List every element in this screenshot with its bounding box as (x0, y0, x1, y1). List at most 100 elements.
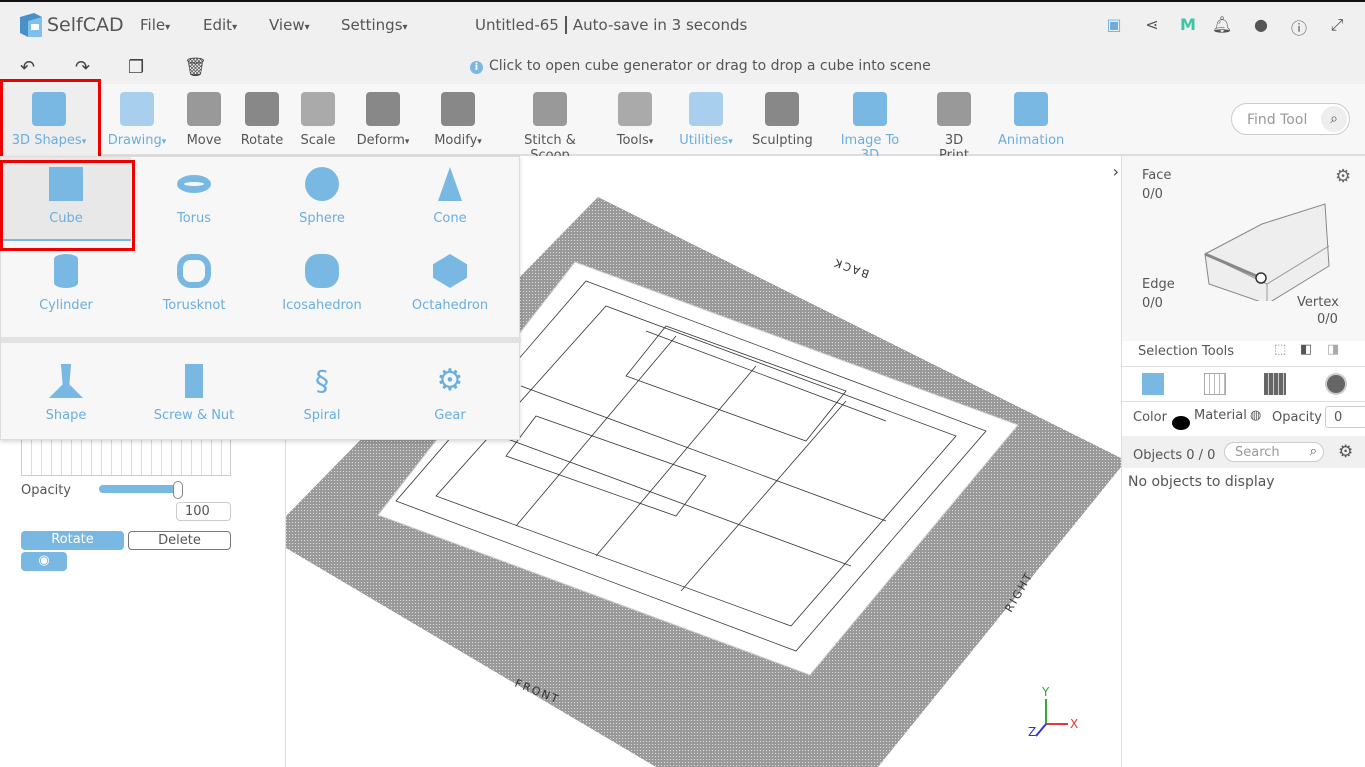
material-icon[interactable]: ◍ (1250, 408, 1261, 423)
tool-3d-shapes[interactable]: 3D Shapes (0, 84, 98, 156)
modify-icon (441, 92, 475, 126)
app-name: SelfCAD (47, 14, 124, 36)
save-icon[interactable]: ▣ (1103, 15, 1125, 37)
shape-spiral[interactable]: § Spiral (258, 364, 386, 423)
document-title: Untitled-65 Auto-save in 3 seconds (475, 16, 747, 34)
collapse-panel-icon[interactable]: › (1113, 162, 1119, 181)
right-panel: Face 0/0 Edge 0/0 Vertex 0/0 ⚙ Selection… (1121, 156, 1365, 767)
material-label: Material (1194, 408, 1247, 423)
tool-move[interactable]: Move (182, 92, 226, 148)
move-icon (187, 92, 221, 126)
box-select-icon[interactable]: ⬚ (1274, 342, 1286, 357)
shape-gear[interactable]: ⚙ Gear (386, 363, 514, 424)
z-axis-label: Z (1028, 725, 1036, 739)
color-swatch[interactable] (1172, 416, 1190, 430)
rotate-icon (245, 92, 279, 126)
opacity-slider-handle[interactable] (173, 481, 183, 499)
sphere-icon (305, 167, 339, 201)
shape-sphere[interactable]: Sphere (258, 167, 386, 226)
solid-wireframe-icon[interactable] (1264, 373, 1286, 395)
gear-icon[interactable]: ⚙ (1335, 166, 1351, 187)
tool-utilities[interactable]: Utilities (676, 92, 736, 148)
spiral-icon: § (315, 364, 329, 397)
cylinder-icon (54, 254, 78, 288)
info-icon[interactable]: ⓘ (1288, 15, 1310, 38)
torusknot-icon (177, 254, 211, 288)
select-through-icon[interactable]: ◨ (1327, 342, 1339, 357)
rotate-button[interactable]: Rotate (21, 531, 124, 550)
torus-icon (177, 175, 211, 193)
gear-shape-icon: ⚙ (436, 363, 464, 398)
printer-icon (937, 92, 971, 126)
tool-scale[interactable]: Scale (298, 92, 338, 148)
drawing-icon (120, 92, 154, 126)
menu-file[interactable]: File (140, 16, 170, 34)
m-icon[interactable]: M (1177, 15, 1199, 37)
hint-text: i Click to open cube generator or drag to… (470, 58, 931, 74)
shape-icosahedron[interactable]: Icosahedron (258, 254, 386, 313)
info-icon: i (470, 61, 483, 74)
fullscreen-icon[interactable]: ⤢ (1326, 15, 1348, 37)
tool-drawing[interactable]: Drawing (106, 92, 168, 148)
undo-icon[interactable]: ↶ (20, 57, 35, 78)
edge-label[interactable]: Edge (1142, 277, 1175, 292)
shape-shape[interactable]: Shape (2, 364, 130, 423)
menu-view[interactable]: View (269, 16, 310, 34)
doc-name[interactable]: Untitled-65 (475, 16, 559, 34)
select-cube-icon[interactable]: ◧ (1300, 342, 1312, 357)
selection-tools-label: Selection Tools (1138, 344, 1235, 359)
shape-cylinder[interactable]: Cylinder (2, 254, 130, 313)
screw-icon (185, 364, 203, 398)
tool-rotate[interactable]: Rotate (240, 92, 284, 148)
opacity-label: Opacity (1272, 410, 1323, 425)
shape-torus[interactable]: Torus (130, 167, 258, 226)
cube-icon (49, 167, 83, 201)
shape-torusknot[interactable]: Torusknot (130, 254, 258, 313)
solid-view-icon[interactable] (1142, 373, 1164, 395)
xray-view-icon[interactable] (1325, 373, 1347, 395)
find-tool-input[interactable]: Find Tool ⌕ (1231, 103, 1350, 135)
tool-3d-print[interactable]: 3D Print (928, 92, 980, 163)
color-label: Color (1133, 410, 1167, 425)
user-icon[interactable]: ● (1250, 15, 1272, 37)
shape-icon (49, 364, 83, 398)
opacity-input[interactable]: 0 (1325, 406, 1365, 428)
tool-sculpting[interactable]: Sculpting (752, 92, 813, 148)
share-icon[interactable]: ⋖ (1141, 15, 1163, 37)
stitch-scoop-icon (533, 92, 567, 126)
shape-cube[interactable]: Cube (2, 167, 130, 226)
tool-image-to-3d[interactable]: Image To 3D (830, 92, 910, 163)
opacity-input[interactable]: 100 (176, 502, 231, 521)
tool-stitch-scoop[interactable]: Stitch & Scoop (503, 92, 597, 163)
tool-animation[interactable]: Animation (998, 92, 1064, 148)
delete-icon[interactable]: 🗑︎ (184, 57, 207, 78)
shapes-dropdown: Cube Torus Sphere Cone Cylinder Toruskno… (0, 156, 521, 440)
animation-icon (1014, 92, 1048, 126)
menu-edit[interactable]: Edit (203, 16, 237, 34)
search-icon[interactable]: ⌕ (1310, 444, 1317, 459)
shape-cone[interactable]: Cone (386, 167, 514, 226)
objects-header: Objects 0 / 0 Search ⌕ ⚙ (1122, 436, 1365, 468)
tool-tools[interactable]: Tools (612, 92, 658, 148)
copy-icon[interactable]: ❐ (128, 57, 144, 78)
opacity-slider[interactable] (99, 485, 179, 493)
menu-settings[interactable]: Settings (341, 16, 408, 34)
bell-icon[interactable]: 🔔︎ (1211, 15, 1233, 37)
redo-icon[interactable]: ↷ (75, 57, 90, 78)
x-axis-label: X (1070, 717, 1078, 731)
logo[interactable]: SelfCAD (16, 11, 124, 39)
sculpting-icon (765, 92, 799, 126)
shape-octahedron[interactable]: Octahedron (386, 254, 514, 313)
wireframe-view-icon[interactable] (1204, 373, 1226, 395)
divider (1, 337, 521, 343)
shape-screw-nut[interactable]: Screw & Nut (130, 364, 258, 423)
image-icon (853, 92, 887, 126)
search-icon[interactable]: ⌕ (1321, 106, 1347, 132)
gear-icon[interactable]: ⚙ (1338, 442, 1353, 462)
delete-button[interactable]: Delete (128, 531, 231, 550)
tool-deform[interactable]: Deform (353, 92, 413, 148)
visibility-button[interactable]: ◉ (21, 552, 67, 571)
face-label[interactable]: Face (1142, 168, 1171, 183)
tool-modify[interactable]: Modify (430, 92, 486, 148)
objects-search-input[interactable]: Search ⌕ (1224, 442, 1324, 462)
